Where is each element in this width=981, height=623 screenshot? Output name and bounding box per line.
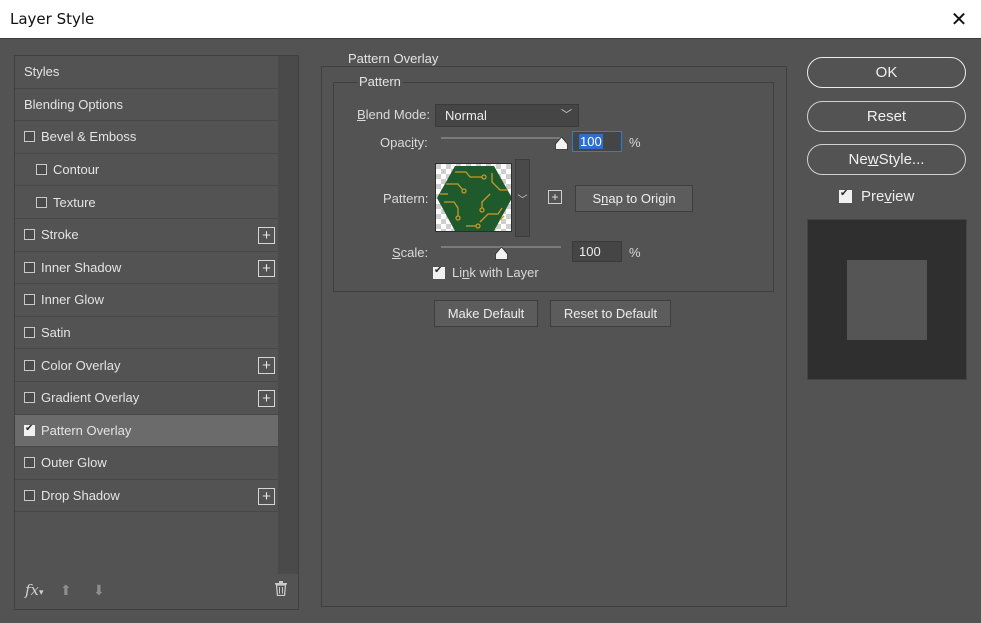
window-title: Layer Style [10, 10, 95, 28]
style-item-label: Contour [53, 162, 100, 178]
preview-label: Preview [861, 188, 915, 205]
scale-label: Scale: [392, 245, 429, 260]
make-default-button[interactable]: Make Default [434, 300, 538, 327]
style-checkbox[interactable] [36, 164, 47, 176]
style-item-satin[interactable]: Satin [15, 317, 279, 350]
style-checkbox[interactable] [24, 131, 35, 143]
style-item-styles[interactable]: Styles [15, 56, 279, 89]
chevron-down-icon: ﹀ [517, 194, 528, 206]
style-checkbox[interactable] [24, 457, 35, 469]
style-item-label: Pattern Overlay [41, 422, 132, 438]
snap-to-origin-button[interactable]: Sn ap to Origin [575, 185, 693, 212]
scale-unit: % [629, 245, 641, 260]
blend-mode-value: Normal [445, 108, 487, 123]
style-item-gradient-overlay[interactable]: Gradient Overlay + [15, 382, 279, 415]
opacity-slider-thumb[interactable] [555, 137, 568, 150]
style-item-label: Bevel & Emboss [41, 129, 137, 145]
opacity-label: Opacity: [380, 135, 428, 150]
style-item-label: Inner Shadow [41, 259, 122, 275]
pattern-picker-dropdown[interactable]: ﹀ [515, 159, 530, 237]
panel-title: Pattern Overlay [346, 51, 441, 66]
scale-slider-thumb[interactable] [495, 247, 508, 260]
style-item-stroke[interactable]: Stroke + [15, 219, 279, 252]
style-item-label: Texture [53, 194, 96, 210]
style-item-blending-options[interactable]: Blending Options [15, 89, 279, 122]
style-item-label: Blending Options [24, 96, 124, 112]
style-checkbox[interactable] [24, 392, 35, 404]
style-item-pattern-overlay[interactable]: Pattern Overlay [15, 414, 279, 448]
pattern-group-title: Pattern [357, 74, 403, 89]
add-effect-icon[interactable]: + [258, 389, 275, 407]
style-checkbox[interactable] [24, 229, 35, 241]
style-item-label: Styles [24, 64, 60, 80]
style-item-label: Inner Glow [41, 292, 104, 308]
style-item-inner-shadow[interactable]: Inner Shadow + [15, 252, 279, 285]
blend-mode-label: Blend Mode: [357, 107, 430, 122]
style-checkbox[interactable] [36, 196, 47, 208]
title-bar: Layer Style ✕ [0, 0, 981, 39]
opacity-input[interactable]: 100 [572, 131, 622, 152]
style-item-outer-glow[interactable]: Outer Glow [15, 447, 279, 480]
style-item-label: Stroke [41, 227, 79, 243]
blend-mode-select[interactable]: Normal ﹀ [435, 104, 579, 127]
trash-icon[interactable] [274, 581, 288, 600]
style-checkbox[interactable] [24, 261, 35, 273]
opacity-unit: % [629, 135, 641, 150]
style-checkbox[interactable] [24, 490, 35, 502]
styles-panel: Styles Blending Options Bevel & Emboss Cont… [14, 55, 299, 610]
styles-list: Styles Blending Options Bevel & Emboss Cont… [15, 56, 279, 513]
pattern-swatch[interactable] [435, 163, 512, 232]
pattern-label: Pattern: [383, 191, 429, 206]
add-effect-icon[interactable]: + [258, 487, 275, 505]
chevron-down-icon: ﹀ [561, 109, 572, 121]
styles-footer: fx▾ ⬆ ⬇ [15, 573, 298, 609]
link-with-layer-label: Link with Layer [452, 265, 539, 280]
ok-button[interactable]: OK [807, 57, 966, 88]
style-item-drop-shadow[interactable]: Drop Shadow + [15, 480, 279, 513]
style-checkbox[interactable] [24, 327, 35, 339]
add-effect-icon[interactable]: + [258, 226, 275, 244]
add-effect-icon[interactable]: + [258, 259, 275, 277]
style-preview-swatch [847, 260, 927, 340]
reset-button[interactable]: Reset [807, 101, 966, 132]
style-item-label: Gradient Overlay [41, 390, 140, 406]
scale-input[interactable]: 100 [572, 241, 622, 262]
style-item-label: Outer Glow [41, 455, 107, 471]
style-checkbox[interactable] [24, 359, 35, 371]
style-checkbox[interactable] [24, 423, 35, 436]
close-icon[interactable]: ✕ [937, 0, 981, 39]
link-with-layer-checkbox[interactable] [433, 265, 445, 279]
style-item-color-overlay[interactable]: Color Overlay + [15, 349, 279, 382]
style-item-label: Satin [41, 325, 71, 341]
arrow-down-icon[interactable]: ⬇ [93, 582, 105, 599]
fx-icon[interactable]: fx▾ [25, 581, 44, 599]
new-preset-icon[interactable]: + [548, 190, 562, 204]
style-preview [807, 219, 967, 380]
style-checkbox[interactable] [24, 294, 35, 306]
styles-scrollbar[interactable] [278, 56, 298, 574]
new-style-button[interactable]: Ne w Style... [807, 144, 966, 175]
preview-checkbox[interactable] [839, 188, 852, 203]
style-item-texture[interactable]: Texture [15, 186, 279, 219]
style-item-contour[interactable]: Contour [15, 154, 279, 187]
add-effect-icon[interactable]: + [258, 357, 275, 375]
style-item-label: Color Overlay [41, 357, 121, 373]
style-item-label: Drop Shadow [41, 488, 120, 504]
reset-to-default-button[interactable]: Reset to Default [550, 300, 671, 327]
arrow-up-icon[interactable]: ⬆ [60, 582, 72, 599]
style-item-bevel-emboss[interactable]: Bevel & Emboss [15, 121, 279, 154]
style-item-inner-glow[interactable]: Inner Glow [15, 284, 279, 317]
opacity-slider-track[interactable] [441, 137, 561, 139]
